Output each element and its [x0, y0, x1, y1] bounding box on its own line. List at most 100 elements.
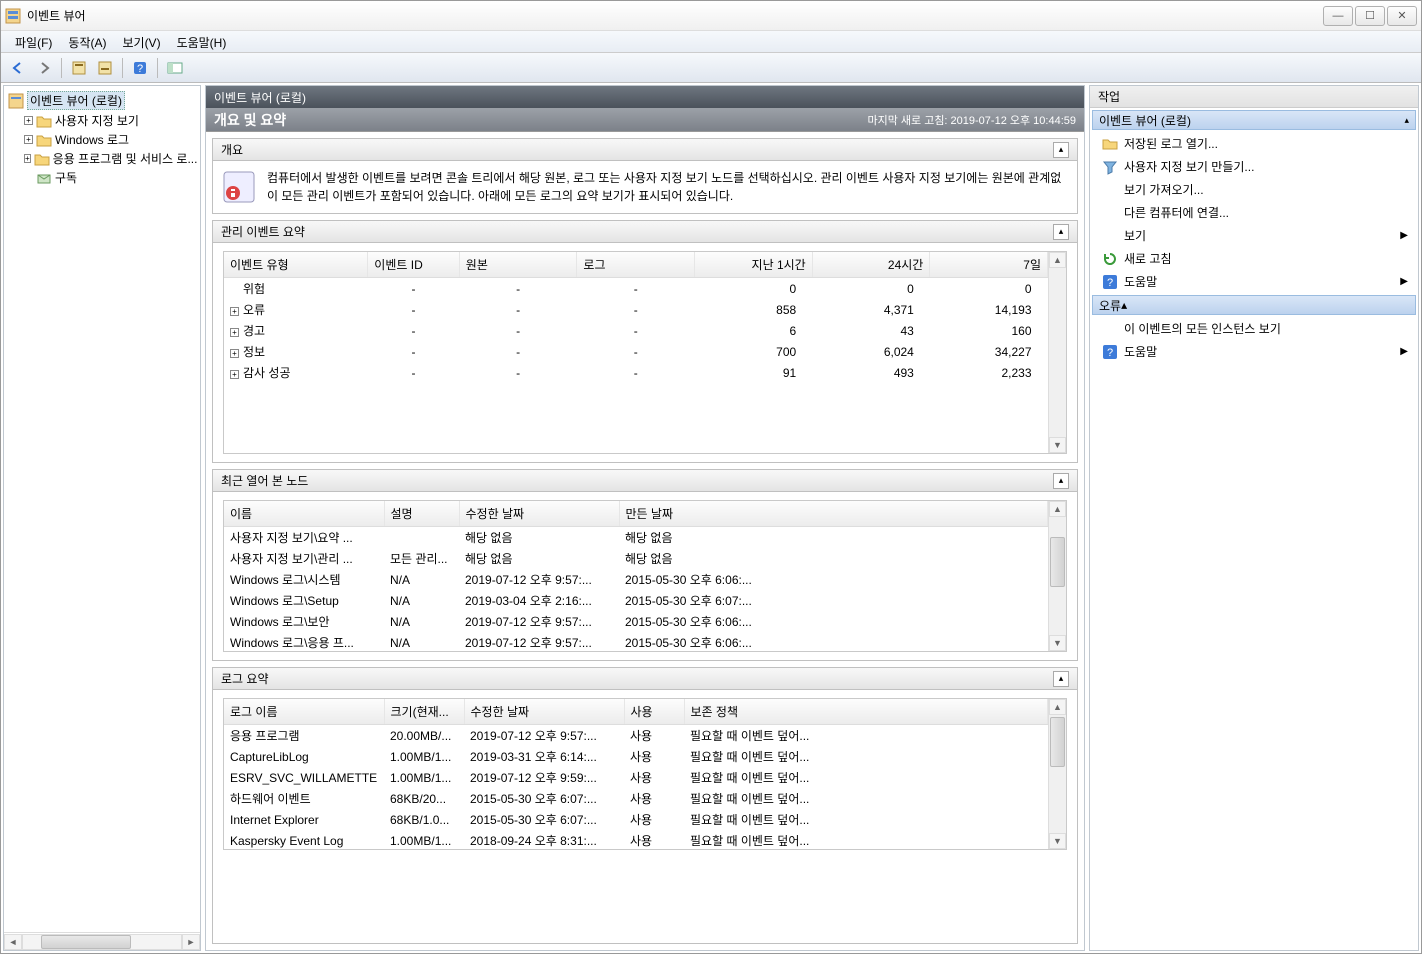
log-section-header[interactable]: 로그 요약 ▴ — [213, 668, 1077, 690]
table-row[interactable]: 위험---000 — [224, 278, 1048, 300]
tree-apps-services[interactable]: + 응용 프로그램 및 서비스 로... — [6, 149, 198, 168]
table-row[interactable]: +감사 성공---914932,233 — [224, 362, 1048, 383]
action-item[interactable]: ?도움말▶ — [1090, 270, 1418, 293]
collapse-icon[interactable]: ▴ — [1053, 224, 1069, 240]
actions-group-header[interactable]: 오류 ▴ — [1092, 295, 1416, 315]
action-item[interactable]: 다른 컴퓨터에 연결... — [1090, 201, 1418, 224]
expand-icon[interactable]: + — [24, 154, 31, 163]
expand-icon[interactable]: + — [230, 370, 239, 379]
folder-open-icon — [1102, 136, 1118, 152]
table-row[interactable]: Internet Explorer68KB/1.0...2015-05-30 오… — [224, 809, 1048, 830]
action-item[interactable]: 새로 고침 — [1090, 247, 1418, 270]
col-modified[interactable]: 수정한 날짜 — [459, 501, 619, 527]
maximize-button[interactable]: ☐ — [1355, 6, 1385, 26]
col-log[interactable]: 로그 — [577, 252, 695, 278]
table-row[interactable]: 응용 프로그램20.00MB/...2019-07-12 오후 9:57:...… — [224, 725, 1048, 747]
collapse-icon[interactable]: ▴ — [1053, 142, 1069, 158]
recent-v-scrollbar[interactable]: ▲▼ — [1048, 501, 1066, 651]
table-row[interactable]: Windows 로그\응용 프...N/A2019-07-12 오후 9:57:… — [224, 632, 1048, 651]
minimize-button[interactable]: — — [1323, 6, 1353, 26]
collapse-icon[interactable]: ▴ — [1121, 298, 1127, 312]
tree-custom-views[interactable]: + 사용자 지정 보기 — [6, 111, 198, 130]
action-item[interactable]: 사용자 지정 보기 만들기... — [1090, 155, 1418, 178]
action-item[interactable]: 저장된 로그 열기... — [1090, 132, 1418, 155]
collapse-icon[interactable]: ▴ — [1053, 671, 1069, 687]
col-1hour[interactable]: 지난 1시간 — [695, 252, 813, 278]
toolbar-pane-icon[interactable] — [164, 57, 186, 79]
menu-file[interactable]: 파일(F) — [7, 31, 60, 52]
toolbar-properties-icon[interactable] — [68, 57, 90, 79]
table-row[interactable]: ESRV_SVC_WILLAMETTE1.00MB/1...2019-07-12… — [224, 767, 1048, 788]
admin-section-header[interactable]: 관리 이벤트 요약 ▴ — [213, 221, 1077, 243]
scroll-up-icon[interactable]: ▲ — [1049, 252, 1066, 268]
table-row[interactable]: Windows 로그\보안N/A2019-07-12 오후 9:57:...20… — [224, 611, 1048, 632]
table-row[interactable]: +오류---8584,37114,193 — [224, 299, 1048, 320]
actions-group-header[interactable]: 이벤트 뷰어 (로컬) ▴ — [1092, 110, 1416, 130]
expand-icon[interactable]: + — [230, 328, 239, 337]
scroll-left-icon[interactable]: ◄ — [4, 934, 22, 950]
col-policy[interactable]: 보존 정책 — [684, 699, 1048, 725]
log-v-scrollbar[interactable]: ▲▼ — [1048, 699, 1066, 849]
table-row[interactable]: +경고---643160 — [224, 320, 1048, 341]
col-log-name[interactable]: 로그 이름 — [224, 699, 384, 725]
col-enabled[interactable]: 사용 — [624, 699, 684, 725]
col-modified[interactable]: 수정한 날짜 — [464, 699, 624, 725]
toolbar-separator — [122, 58, 123, 78]
menu-view[interactable]: 보기(V) — [114, 31, 168, 52]
scroll-down-icon[interactable]: ▼ — [1049, 635, 1066, 651]
table-row[interactable]: Kaspersky Event Log1.00MB/1...2018-09-24… — [224, 830, 1048, 849]
col-24hour[interactable]: 24시간 — [812, 252, 930, 278]
expand-icon[interactable]: + — [24, 135, 33, 144]
expand-icon[interactable]: + — [230, 307, 239, 316]
toolbar-find-icon[interactable] — [94, 57, 116, 79]
table-row[interactable]: Windows 로그\SetupN/A2019-03-04 오후 2:16:..… — [224, 590, 1048, 611]
scroll-thumb[interactable] — [41, 935, 131, 949]
col-size[interactable]: 크기(현재... — [384, 699, 464, 725]
col-event-id[interactable]: 이벤트 ID — [368, 252, 460, 278]
scroll-up-icon[interactable]: ▲ — [1049, 501, 1066, 517]
tree-subscriptions[interactable]: 구독 — [6, 168, 198, 187]
action-item[interactable]: ?도움말▶ — [1090, 340, 1418, 363]
collapse-icon[interactable]: ▴ — [1053, 473, 1069, 489]
close-button[interactable]: ✕ — [1387, 6, 1417, 26]
expand-icon[interactable]: + — [24, 116, 33, 125]
action-item[interactable]: 보기 가져오기... — [1090, 178, 1418, 201]
col-7day[interactable]: 7일 — [930, 252, 1048, 278]
tree-root[interactable]: 이벤트 뷰어 (로컬) — [6, 90, 198, 111]
table-row[interactable]: +정보---7006,02434,227 — [224, 341, 1048, 362]
action-item[interactable]: 이 이벤트의 모든 인스턴스 보기 — [1090, 317, 1418, 340]
recent-section-header[interactable]: 최근 열어 본 노드 ▴ — [213, 470, 1077, 492]
forward-button[interactable] — [33, 57, 55, 79]
col-created[interactable]: 만든 날짜 — [619, 501, 1048, 527]
col-name[interactable]: 이름 — [224, 501, 384, 527]
back-button[interactable] — [7, 57, 29, 79]
admin-v-scrollbar[interactable]: ▲▼ — [1048, 252, 1066, 453]
recent-nodes-table[interactable]: 이름 설명 수정한 날짜 만든 날짜 사용자 지정 보기\요약 ...해당 없음… — [224, 501, 1048, 651]
overview-section-header[interactable]: 개요 ▴ — [213, 139, 1077, 161]
admin-events-table[interactable]: 이벤트 유형 이벤트 ID 원본 로그 지난 1시간 24시간 7일 위험---… — [224, 252, 1048, 383]
menu-action[interactable]: 동작(A) — [60, 31, 114, 52]
action-item[interactable]: 보기▶ — [1090, 224, 1418, 247]
expand-icon[interactable]: + — [230, 349, 239, 358]
tree-h-scrollbar[interactable]: ◄ ► — [4, 932, 200, 950]
col-desc[interactable]: 설명 — [384, 501, 459, 527]
scroll-right-icon[interactable]: ► — [182, 934, 200, 950]
table-row[interactable]: 사용자 지정 보기\관리 ...모든 관리...해당 없음해당 없음 — [224, 548, 1048, 569]
scroll-down-icon[interactable]: ▼ — [1049, 437, 1066, 453]
tree-windows-logs[interactable]: + Windows 로그 — [6, 130, 198, 149]
table-row[interactable]: CaptureLibLog1.00MB/1...2019-03-31 오후 6:… — [224, 746, 1048, 767]
collapse-icon[interactable]: ▴ — [1404, 115, 1409, 126]
table-row[interactable]: 하드웨어 이벤트68KB/20...2015-05-30 오후 6:07:...… — [224, 788, 1048, 809]
col-source[interactable]: 원본 — [459, 252, 577, 278]
event-viewer-icon — [8, 93, 24, 109]
table-row[interactable]: 사용자 지정 보기\요약 ...해당 없음해당 없음 — [224, 527, 1048, 549]
menu-help[interactable]: 도움말(H) — [169, 31, 235, 52]
scroll-down-icon[interactable]: ▼ — [1049, 833, 1066, 849]
toolbar-help-icon[interactable]: ? — [129, 57, 151, 79]
log-summary-table[interactable]: 로그 이름 크기(현재... 수정한 날짜 사용 보존 정책 응용 프로그램20… — [224, 699, 1048, 849]
table-row[interactable]: Windows 로그\시스템N/A2019-07-12 오후 9:57:...2… — [224, 569, 1048, 590]
scroll-thumb[interactable] — [1050, 717, 1065, 767]
col-event-type[interactable]: 이벤트 유형 — [224, 252, 368, 278]
scroll-up-icon[interactable]: ▲ — [1049, 699, 1066, 715]
scroll-thumb[interactable] — [1050, 537, 1065, 587]
